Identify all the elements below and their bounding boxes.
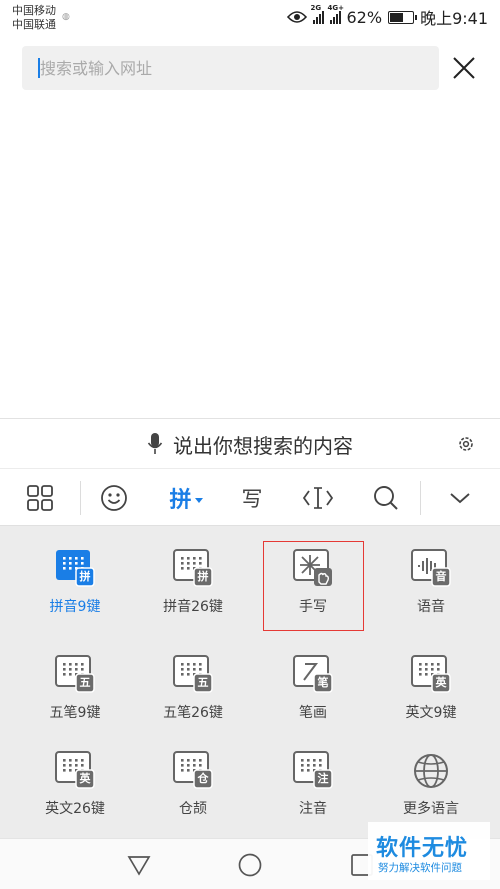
keyboard-english-26-key-icon: 英 bbox=[54, 750, 96, 792]
keyboard-option-label: 拼音9键 bbox=[49, 599, 101, 615]
handwrite-tab[interactable]: 写 bbox=[226, 469, 278, 527]
eye-comfort-icon bbox=[286, 11, 307, 23]
close-button[interactable] bbox=[446, 50, 482, 86]
keyboard-english-9-key-icon: 英 bbox=[410, 654, 452, 696]
keyboard-wubi-26-key-icon: 五 bbox=[172, 654, 214, 696]
keyboard-option-wubi-26-key[interactable]: 五五笔26键 bbox=[138, 640, 248, 736]
keyboard-badge: 英 bbox=[79, 772, 91, 785]
battery-percent: 62% bbox=[346, 7, 383, 27]
keyboard-option-label: 英文26键 bbox=[45, 801, 105, 817]
keyboard-badge: 英 bbox=[435, 676, 447, 689]
keyboard-cangjie-icon: 仓 bbox=[172, 750, 214, 792]
voice-settings-button[interactable] bbox=[456, 434, 476, 454]
keyboard-pinyin-9-key-icon: 拼 bbox=[54, 548, 96, 590]
keyboard-badge: 音 bbox=[435, 570, 447, 583]
keyboard-type-panel: 拼拼音9键拼拼音26键 手写音语音五五笔9键五五笔26键笔笔画英英文9键英英文26… bbox=[0, 526, 500, 838]
keyboard-option-wubi-9-key[interactable]: 五五笔9键 bbox=[20, 640, 130, 736]
carrier-labels: 中国移动 中国联通 bbox=[12, 4, 56, 32]
keyboard-option-label: 拼音26键 bbox=[163, 599, 223, 615]
keyboard-option-more-languages[interactable]: 更多语言 bbox=[376, 736, 486, 832]
battery-icon bbox=[388, 10, 418, 24]
keyboard-voice-input-icon: 音 bbox=[410, 548, 452, 590]
status-indicators: 2G 4G+ 62% 晚上9:41 bbox=[286, 4, 488, 28]
search-button[interactable] bbox=[360, 469, 412, 527]
gear-icon bbox=[459, 437, 473, 451]
keyboard-stroke-input-icon: 笔 bbox=[292, 654, 334, 696]
cursor-icon bbox=[303, 487, 333, 509]
search-box[interactable] bbox=[22, 46, 439, 90]
keyboard-option-label: 英文9键 bbox=[405, 705, 457, 721]
keyboard-pinyin-26-key-icon: 拼 bbox=[172, 548, 214, 590]
keyboard-badge: 仓 bbox=[197, 772, 209, 785]
signal-sim1-icon: 2G bbox=[311, 4, 324, 24]
globe-icon bbox=[410, 750, 452, 792]
ime-toolbar: 拼 写 bbox=[0, 468, 500, 526]
emoji-icon bbox=[101, 485, 127, 511]
home-button[interactable] bbox=[236, 851, 264, 879]
keyboard-option-english-9-key[interactable]: 英英文9键 bbox=[376, 640, 486, 736]
keyboard-option-label: 五笔9键 bbox=[49, 705, 101, 721]
pinyin-tab[interactable]: 拼 bbox=[156, 469, 216, 527]
dropdown-triangle-icon bbox=[194, 497, 203, 503]
keyboard-zhuyin-icon: 注 bbox=[292, 750, 334, 792]
keyboard-badge: 五 bbox=[197, 676, 209, 689]
keyboard-option-label: 五笔26键 bbox=[163, 705, 223, 721]
keyboard-option-cangjie[interactable]: 仓仓颉 bbox=[138, 736, 248, 832]
keyboard-option-label: 语音 bbox=[417, 599, 445, 615]
keyboard-badge: 五 bbox=[79, 676, 91, 689]
voice-prompt-area[interactable]: 说出你想搜索的内容 bbox=[0, 419, 500, 469]
keyboard-wubi-9-key-icon: 五 bbox=[54, 654, 96, 696]
back-button[interactable] bbox=[125, 851, 153, 879]
keyboard-option-stroke-input[interactable]: 笔笔画 bbox=[258, 640, 368, 736]
grid-icon bbox=[27, 485, 53, 511]
handwrite-tab-label: 写 bbox=[241, 487, 263, 511]
carrier-2: 中国联通 bbox=[12, 18, 56, 31]
microphone-icon bbox=[147, 433, 163, 454]
search-input[interactable] bbox=[40, 46, 420, 90]
hd-icon: ◍ bbox=[62, 12, 70, 22]
keyboard-option-pinyin-26-key[interactable]: 拼拼音26键 bbox=[138, 534, 248, 630]
clock: 晚上9:41 bbox=[420, 9, 488, 28]
watermark: 软件无忧 努力解决软件问题 bbox=[368, 822, 490, 880]
watermark-title: 软件无忧 bbox=[376, 836, 469, 861]
keyboard-option-label: 注音 bbox=[299, 801, 327, 817]
toolbar-divider bbox=[420, 481, 421, 515]
sim1-network-tag: 2G bbox=[310, 4, 322, 12]
keyboard-option-label: 仓颉 bbox=[179, 801, 207, 817]
keyboard-option-voice-input[interactable]: 音语音 bbox=[376, 534, 486, 630]
pinyin-tab-label: 拼 bbox=[169, 488, 192, 513]
collapse-keyboard-button[interactable] bbox=[434, 469, 486, 527]
emoji-button[interactable] bbox=[88, 469, 140, 527]
keyboard-badge: 注 bbox=[317, 772, 329, 785]
highlight-box bbox=[263, 541, 364, 631]
carrier-1: 中国移动 bbox=[12, 4, 56, 17]
status-bar: 中国移动 中国联通 ◍ 2G 4G+ 62% 晚上9:41 bbox=[0, 0, 500, 36]
keyboard-option-pinyin-9-key[interactable]: 拼拼音9键 bbox=[20, 534, 130, 630]
keyboard-badge: 拼 bbox=[79, 570, 91, 583]
keyboard-option-label: 更多语言 bbox=[403, 801, 459, 817]
home-circle-icon bbox=[238, 853, 262, 877]
keyboard-option-english-26-key[interactable]: 英英文26键 bbox=[20, 736, 130, 832]
sim2-network-tag: 4G+ bbox=[327, 4, 344, 12]
back-triangle-icon bbox=[127, 856, 151, 876]
search-icon bbox=[374, 486, 398, 510]
battery-level bbox=[390, 12, 404, 22]
cursor-edit-button[interactable] bbox=[292, 469, 344, 527]
chevron-down-icon bbox=[450, 493, 470, 504]
voice-search-bar[interactable]: 说出你想搜索的内容 bbox=[0, 418, 500, 468]
keyboard-badge: 拼 bbox=[197, 570, 209, 583]
signal-sim2-icon: 4G+ bbox=[328, 4, 344, 24]
keyboard-badge: 笔 bbox=[317, 676, 329, 689]
toolbar-divider bbox=[80, 481, 81, 515]
close-icon bbox=[453, 57, 475, 79]
keyboard-option-label: 笔画 bbox=[299, 705, 327, 721]
watermark-subtitle: 努力解决软件问题 bbox=[378, 862, 462, 874]
keyboard-option-zhuyin[interactable]: 注注音 bbox=[258, 736, 368, 832]
voice-prompt: 说出你想搜索的内容 bbox=[173, 433, 353, 458]
menu-grid-button[interactable] bbox=[14, 469, 66, 527]
